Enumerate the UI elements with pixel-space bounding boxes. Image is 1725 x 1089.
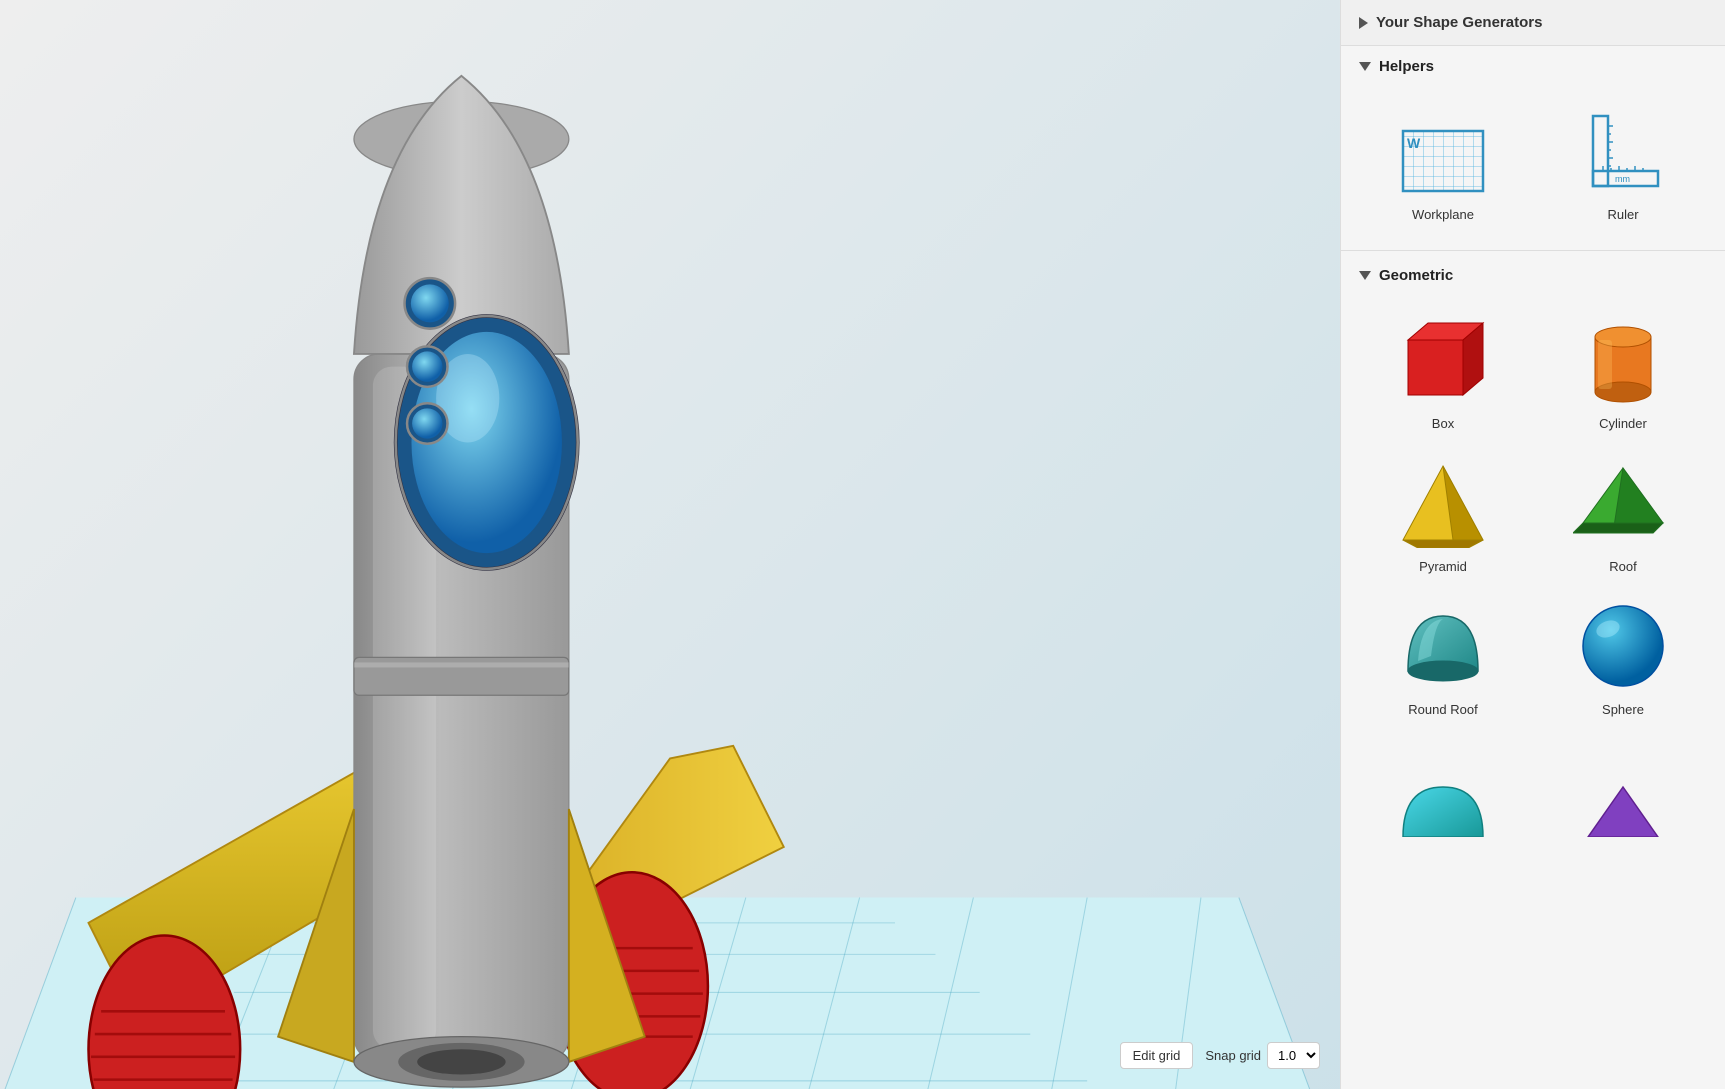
round-roof-icon [1388,596,1498,696]
pyramid-label: Pyramid [1419,559,1467,574]
extra-shape-1-icon [1388,759,1498,859]
shape-generators-title: Your Shape Generators [1376,14,1542,31]
box-icon [1388,310,1498,410]
geometric-label: Geometric [1379,267,1453,284]
snap-grid-select[interactable]: 1.0 0.1 0.5 2.0 5.0 [1267,1042,1320,1069]
pyramid-item[interactable]: Pyramid [1355,443,1531,582]
snap-grid-control: Snap grid 1.0 0.1 0.5 2.0 5.0 [1205,1042,1320,1069]
pyramid-icon [1388,453,1498,553]
divider-helpers-geometric [1341,250,1725,251]
round-roof-item[interactable]: Round Roof [1355,586,1531,725]
more-shapes-grid [1341,741,1725,889]
roof-icon [1568,453,1678,553]
sphere-label: Sphere [1602,702,1644,717]
round-roof-label: Round Roof [1408,702,1477,717]
extra-shape-2-icon [1568,759,1678,859]
bottom-controls: Edit grid Snap grid 1.0 0.1 0.5 2.0 5.0 [1120,1042,1320,1069]
rocket-scene [0,0,1340,1089]
roof-label: Roof [1609,559,1636,574]
helpers-section-header[interactable]: Helpers [1341,46,1725,83]
svg-text:mm: mm [1615,174,1630,184]
svg-text:W: W [1407,135,1421,151]
snap-grid-label: Snap grid [1205,1048,1261,1063]
workplane-label: Workplane [1412,207,1474,222]
roof-item[interactable]: Roof [1535,443,1711,582]
workplane-item[interactable]: W Workplane [1355,91,1531,230]
ruler-icon: mm [1568,101,1678,201]
geometric-grid: Box Cylinder [1341,292,1725,741]
helpers-grid: W Workplane [1341,83,1725,246]
extra-shape-1[interactable] [1355,749,1531,873]
right-panel: Your Shape Generators Helpers W [1340,0,1725,1089]
box-item[interactable]: Box [1355,300,1531,439]
cylinder-item[interactable]: Cylinder [1535,300,1711,439]
collapsed-icon [1359,17,1368,29]
geometric-section-header[interactable]: Geometric [1341,255,1725,292]
extra-shape-2[interactable] [1535,749,1711,873]
geometric-expand-icon [1359,271,1371,280]
ruler-item[interactable]: mm Ruler [1535,91,1711,230]
box-label: Box [1432,416,1454,431]
shape-generators-header[interactable]: Your Shape Generators [1341,0,1725,46]
workplane-icon: W [1388,101,1498,201]
cylinder-icon [1568,310,1678,410]
cylinder-label: Cylinder [1599,416,1647,431]
sphere-icon [1568,596,1678,696]
edit-grid-button[interactable]: Edit grid [1120,1042,1194,1069]
sphere-item[interactable]: Sphere [1535,586,1711,725]
helpers-expand-icon [1359,62,1371,71]
main-viewport: Edit grid Snap grid 1.0 0.1 0.5 2.0 5.0 [0,0,1340,1089]
ruler-label: Ruler [1607,207,1638,222]
helpers-label: Helpers [1379,58,1434,75]
